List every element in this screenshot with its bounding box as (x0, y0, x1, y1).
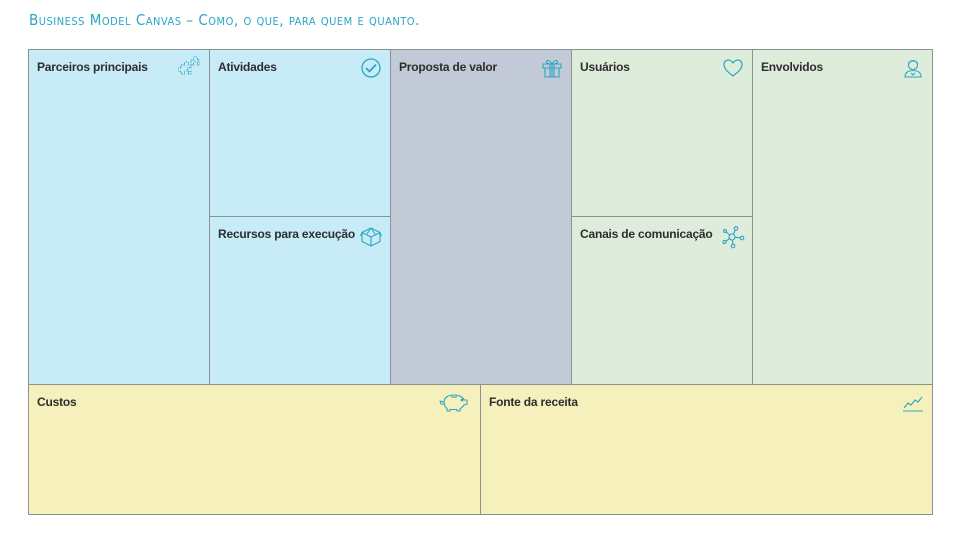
block-label: Envolvidos (761, 60, 824, 74)
block-label: Usuários (580, 60, 630, 74)
block-label: Canais de comunicação (580, 227, 713, 241)
block-label: Recursos para execução (218, 227, 356, 241)
block-customer-relationships[interactable]: Usuários (571, 49, 753, 217)
block-key-resources[interactable]: Recursos para execução (209, 216, 391, 385)
line-chart-icon (901, 391, 925, 415)
box-icon (359, 225, 383, 249)
block-customer-segments[interactable]: Envolvidos (752, 49, 933, 385)
block-label: Atividades (218, 60, 277, 74)
piggy-bank-icon (438, 390, 470, 414)
check-circle-icon (359, 56, 383, 80)
gift-icon (540, 56, 564, 80)
network-icon (721, 225, 745, 249)
heart-icon (721, 56, 745, 80)
block-label: Fonte da receita (489, 395, 578, 409)
person-icon (901, 56, 925, 80)
block-label: Proposta de valor (399, 60, 497, 74)
block-label: Custos (37, 395, 77, 409)
puzzle-icon (178, 56, 202, 80)
block-key-activities[interactable]: Atividades (209, 49, 391, 217)
block-revenue-streams[interactable]: Fonte da receita (480, 384, 933, 515)
block-key-partners[interactable]: Parceiros principais (28, 49, 210, 385)
page-title: Business Model Canvas – Como, o que, par… (29, 11, 420, 29)
block-label: Parceiros principais (37, 60, 148, 74)
block-channels[interactable]: Canais de comunicação (571, 216, 753, 385)
block-cost-structure[interactable]: Custos (28, 384, 481, 515)
business-model-canvas: Parceiros principais Atividades Recursos… (28, 49, 933, 515)
block-value-proposition[interactable]: Proposta de valor (390, 49, 572, 385)
